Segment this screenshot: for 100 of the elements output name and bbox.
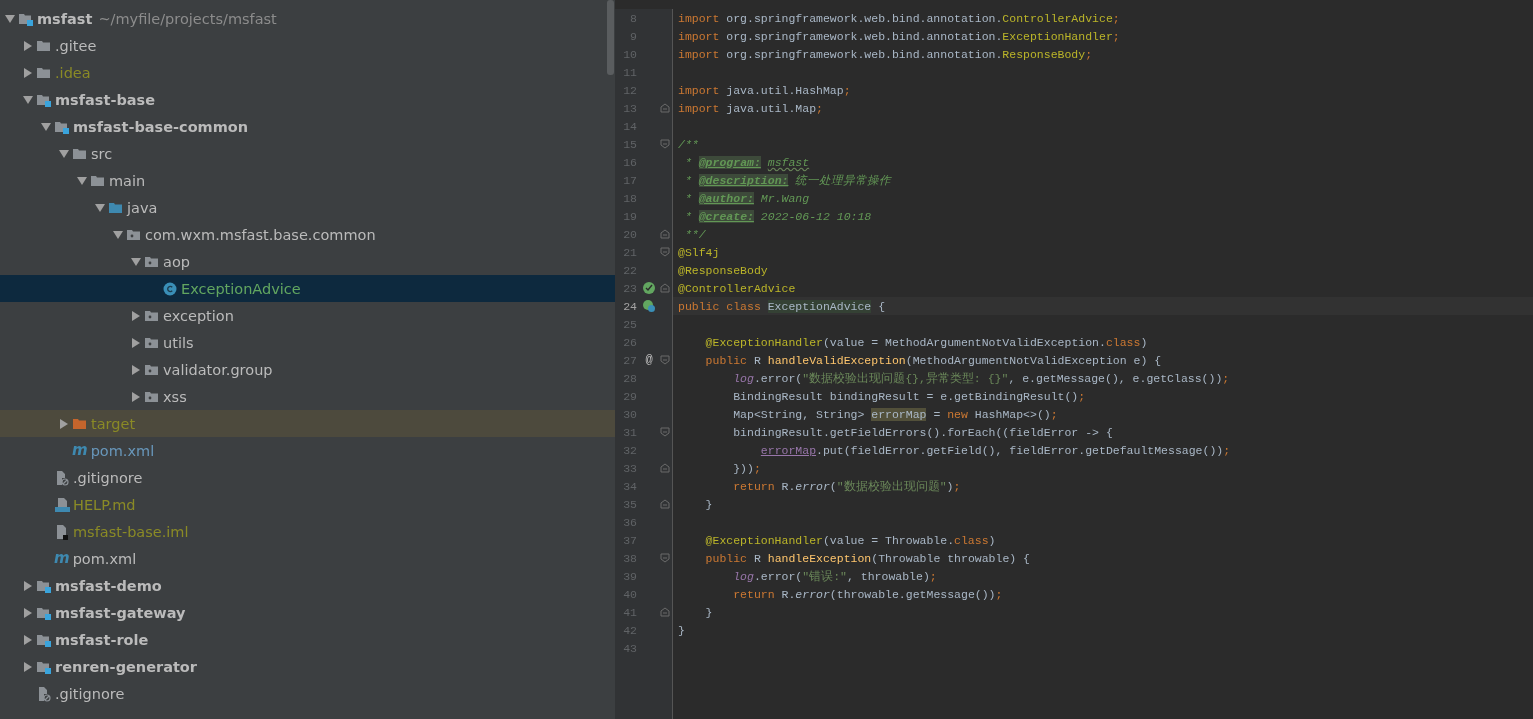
- fold-icon[interactable]: [660, 283, 670, 293]
- code-line: import java.util.Map;: [677, 100, 824, 117]
- code-line: log.error("数据校验出现问题{},异常类型: {}", e.getMessage(), e.getClass());: [732, 370, 1231, 387]
- fold-icon[interactable]: [660, 553, 670, 563]
- code-line: import org.springframework.web.bind.annotation.ExceptionHandler;: [677, 28, 1121, 45]
- tree-item-label: aop: [163, 253, 190, 270]
- tree-item-label: msfast-gateway: [55, 604, 186, 621]
- code-line: @Slf4j: [677, 244, 721, 261]
- fold-icon[interactable]: [660, 247, 670, 257]
- tree-item-label: renren-generator: [55, 658, 197, 675]
- expanded-arrow-icon[interactable]: [23, 94, 33, 105]
- tree-row[interactable]: main: [0, 167, 615, 194]
- tree-row[interactable]: m pom.xml: [0, 437, 615, 464]
- fold-icon[interactable]: [660, 427, 670, 437]
- collapsed-arrow-icon[interactable]: [59, 418, 69, 429]
- code-line: * @program: msfast: [683, 154, 811, 171]
- tree-row[interactable]: aop: [0, 248, 615, 275]
- tree-item-label: .gitee: [55, 37, 97, 54]
- collapsed-arrow-icon[interactable]: [131, 364, 141, 375]
- project-path: ~/myfile/projects/msfast: [98, 10, 277, 27]
- tree-row[interactable]: .gitignore: [0, 464, 615, 491]
- expanded-arrow-icon[interactable]: [59, 148, 69, 159]
- ignore-file-icon: [54, 469, 70, 486]
- tree-row[interactable]: msfast ~/myfile/projects/msfast: [0, 5, 615, 32]
- code-line: import org.springframework.web.bind.annotation.ResponseBody;: [677, 46, 1094, 63]
- expanded-arrow-icon[interactable]: [5, 13, 15, 24]
- tree-row[interactable]: src: [0, 140, 615, 167]
- tree-row[interactable]: validator.group: [0, 356, 615, 383]
- fold-icon[interactable]: [660, 103, 670, 113]
- tree-row[interactable]: renren-generator: [0, 653, 615, 680]
- tree-item-label: msfast-demo: [55, 577, 162, 594]
- code-line: import java.util.HashMap;: [677, 82, 852, 99]
- tree-row[interactable]: msfast-base.iml: [0, 518, 615, 545]
- class-icon: [162, 280, 178, 297]
- code-line: }));: [732, 460, 762, 477]
- tree-row[interactable]: java: [0, 194, 615, 221]
- collapsed-arrow-icon[interactable]: [23, 67, 33, 78]
- tree-row[interactable]: msfast-demo: [0, 572, 615, 599]
- tree-item-label: msfast: [37, 10, 93, 27]
- tree-row[interactable]: .gitignore: [0, 680, 615, 707]
- tree-row[interactable]: ExceptionAdvice: [0, 275, 615, 302]
- tree-item-label: msfast-base: [55, 91, 156, 108]
- tree-item-label: msfast-base-common: [73, 118, 249, 135]
- tree-row[interactable]: utils: [0, 329, 615, 356]
- collapsed-arrow-icon[interactable]: [23, 634, 33, 645]
- tree-item-label: java: [127, 199, 158, 216]
- tree-row[interactable]: HELP.md: [0, 491, 615, 518]
- code-line: /**: [677, 136, 700, 153]
- code-line: errorMap.put(fieldError.getField(), fieldError.getDefaultMessage());: [759, 442, 1232, 459]
- code-line: return R.error("数据校验出现问题");: [732, 478, 962, 495]
- tree-item-label: .gitignore: [73, 469, 143, 486]
- fold-icon[interactable]: [660, 229, 670, 239]
- collapsed-arrow-icon[interactable]: [23, 580, 33, 591]
- expanded-arrow-icon[interactable]: [95, 202, 105, 213]
- maven-icon: m: [54, 551, 70, 566]
- tree-row[interactable]: .gitee: [0, 32, 615, 59]
- markdown-file-icon: [54, 496, 70, 513]
- tree-item-label: main: [109, 172, 146, 189]
- code-line: }: [677, 622, 686, 639]
- tree-row[interactable]: msfast-base: [0, 86, 615, 113]
- fold-icon[interactable]: [660, 463, 670, 473]
- tree-row[interactable]: xss: [0, 383, 615, 410]
- fold-icon[interactable]: [660, 607, 670, 617]
- code-line: * @create: 2022-06-12 10:18: [683, 208, 873, 225]
- expanded-arrow-icon[interactable]: [113, 229, 123, 240]
- collapsed-arrow-icon[interactable]: [131, 310, 141, 321]
- scrollbar-thumb[interactable]: [607, 0, 614, 75]
- tree-row[interactable]: m pom.xml: [0, 545, 615, 572]
- collapsed-arrow-icon[interactable]: [23, 607, 33, 618]
- collapsed-arrow-icon[interactable]: [131, 391, 141, 402]
- tree-row[interactable]: com.wxm.msfast.base.common: [0, 221, 615, 248]
- tree-row[interactable]: exception: [0, 302, 615, 329]
- tree-item-label: validator.group: [163, 361, 273, 378]
- tree-item-label: msfast-base.iml: [73, 523, 189, 540]
- collapsed-arrow-icon[interactable]: [131, 337, 141, 348]
- code-line: public R handleException(Throwable throwable) {: [704, 550, 1031, 567]
- tree-row[interactable]: .idea: [0, 59, 615, 86]
- fold-icon[interactable]: [660, 139, 670, 149]
- implementation-marker[interactable]: @: [642, 353, 656, 367]
- tree-item-label: utils: [163, 334, 194, 351]
- code-line: @ExceptionHandler(value = MethodArgumentNotValidException.class): [704, 334, 1149, 351]
- fold-icon[interactable]: [660, 355, 670, 365]
- collapsed-arrow-icon[interactable]: [23, 661, 33, 672]
- tree-item-label: .idea: [55, 64, 91, 81]
- code-line: import org.springframework.web.bind.annotation.ControllerAdvice;: [677, 10, 1121, 27]
- class-icon[interactable]: [642, 299, 656, 313]
- tree-item-label: exception: [163, 307, 234, 324]
- expanded-arrow-icon[interactable]: [41, 121, 51, 132]
- expanded-arrow-icon[interactable]: [131, 256, 141, 267]
- tree-row[interactable]: msfast-role: [0, 626, 615, 653]
- expanded-arrow-icon[interactable]: [77, 175, 87, 186]
- code-line: @ControllerAdvice: [677, 280, 797, 297]
- fold-icon[interactable]: [660, 499, 670, 509]
- collapsed-arrow-icon[interactable]: [23, 40, 33, 51]
- bean-icon[interactable]: [642, 281, 656, 295]
- maven-icon: m: [72, 443, 88, 458]
- tree-row[interactable]: msfast-gateway: [0, 599, 615, 626]
- ignore-file-icon: [36, 685, 52, 702]
- tree-row[interactable]: msfast-base-common: [0, 113, 615, 140]
- code-line: **/: [683, 226, 707, 243]
